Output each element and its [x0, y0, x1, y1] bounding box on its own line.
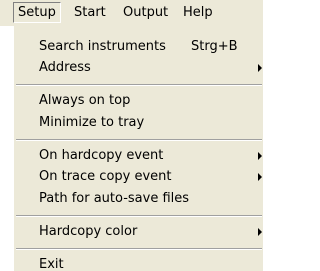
menu-separator: [16, 139, 262, 141]
menu-item-on-hardcopy-event[interactable]: On hardcopy event: [14, 145, 264, 166]
menu-item-label: Address: [39, 60, 91, 75]
menu-item-label: Exit: [39, 257, 64, 271]
menu-item-label: Minimize to tray: [39, 115, 145, 130]
menu-setup[interactable]: Setup: [13, 2, 61, 23]
submenu-arrow-icon: [258, 228, 262, 236]
setup-dropdown-menu: Search instruments Strg+B Address Always…: [0, 26, 264, 271]
menu-output[interactable]: Output: [119, 3, 172, 22]
menu-item-minimize-to-tray[interactable]: Minimize to tray: [14, 112, 264, 133]
menu-help[interactable]: Help: [179, 3, 217, 22]
menu-item-hardcopy-color[interactable]: Hardcopy color: [14, 221, 264, 242]
menu-item-path-auto-save[interactable]: Path for auto-save files: [14, 188, 264, 209]
menu-item-label: Path for auto-save files: [39, 191, 190, 206]
menu-separator: [16, 215, 262, 217]
menu-item-always-on-top[interactable]: Always on top: [14, 90, 264, 111]
menu-item-label: Search instruments: [39, 39, 166, 54]
menu-item-exit[interactable]: Exit: [14, 254, 264, 271]
submenu-arrow-icon: [258, 152, 262, 160]
menu-item-on-trace-copy-event[interactable]: On trace copy event: [14, 166, 264, 187]
menubar: Setup Start Output Help: [0, 0, 263, 26]
menu-separator: [16, 84, 262, 86]
shortcut-label: Strg+B: [191, 39, 238, 54]
menu-item-label: On hardcopy event: [39, 148, 164, 163]
menu-item-address[interactable]: Address: [14, 57, 264, 78]
menu-separator: [16, 248, 262, 250]
submenu-arrow-icon: [258, 64, 262, 72]
menu-start[interactable]: Start: [70, 3, 110, 22]
app-window: Setup Start Output Help Search instrumen…: [0, 0, 263, 271]
menu-item-label: On trace copy event: [39, 169, 172, 184]
menu-item-label: Always on top: [39, 93, 131, 108]
menu-item-search-instruments[interactable]: Search instruments Strg+B: [14, 36, 264, 57]
menu-item-label: Hardcopy color: [39, 224, 138, 239]
submenu-arrow-icon: [258, 173, 262, 181]
